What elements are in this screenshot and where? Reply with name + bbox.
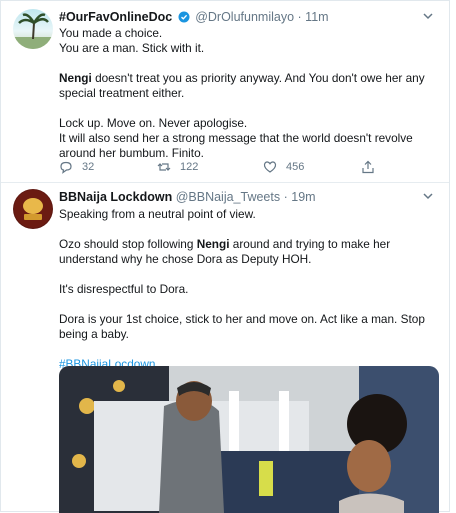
photo-image [59,366,439,513]
tweet-paragraph: Speaking from a neutral point of view. [59,207,256,221]
timestamp[interactable]: 19m [291,190,315,204]
tweet-paragraph: You made a choice. You are a man. Stick … [59,26,205,55]
logo-icon [14,190,52,228]
retweet-count: 122 [180,161,199,173]
tweet-text: Speaking from a neutral point of view. O… [59,207,439,387]
tweet-paragraph: Lock up. Move on. Never apologise. It wi… [59,116,413,160]
mention-name: Nengi [196,237,230,251]
timestamp[interactable]: 11m [305,10,328,24]
share-button[interactable] [361,158,375,176]
verified-icon [178,11,190,23]
tweet-header: BBNaija Lockdown @BBNaija_Tweets · 19m [59,190,316,204]
palm-tree-icon [13,13,53,49]
mention-name: Nengi [59,71,92,85]
share-icon [362,160,374,174]
tweet[interactable]: #OurFavOnlineDoc @DrOlufunmilayo · 11m Y… [1,1,449,183]
display-name[interactable]: BBNaija Lockdown [59,190,172,204]
tweet-text: You made a choice. You are a man. Stick … [59,26,439,176]
retweet-button[interactable]: 122 [157,158,198,176]
avatar[interactable] [13,9,53,49]
tweet-photo[interactable] [59,366,439,513]
tweet-header: #OurFavOnlineDoc @DrOlufunmilayo · 11m [59,10,329,24]
user-handle[interactable]: @DrOlufunmilayo [195,10,294,24]
tweet-actions: 32 122 456 [59,158,419,176]
tweet-paragraph: Dora is your 1st choice, stick to her an… [59,312,425,341]
tweet-text-span: Ozo should stop following [59,237,197,251]
display-name[interactable]: #OurFavOnlineDoc [59,10,172,24]
chevron-down-icon[interactable] [421,189,435,203]
like-button[interactable]: 456 [263,158,304,176]
like-icon [263,161,277,173]
like-count: 456 [286,161,305,173]
user-handle[interactable]: @BBNaija_Tweets [176,190,280,204]
chevron-down-icon[interactable] [421,9,435,23]
reply-count: 32 [82,161,95,173]
tweet-paragraph: It's disrespectful to Dora. [59,282,189,296]
retweet-icon [157,163,171,171]
tweet-paragraph: Ozo should stop following Nengi around a… [59,237,439,267]
tweet-text-span: doesn't treat you as priority anyway. An… [59,71,425,100]
reply-icon [60,161,72,174]
separator-dot: · [283,190,288,204]
timeline-feed: #OurFavOnlineDoc @DrOlufunmilayo · 11m Y… [0,0,450,513]
tweet-paragraph: Nengi doesn't treat you as priority anyw… [59,71,439,101]
avatar[interactable] [13,189,53,229]
reply-button[interactable]: 32 [59,158,94,176]
separator-dot: · [297,10,302,24]
